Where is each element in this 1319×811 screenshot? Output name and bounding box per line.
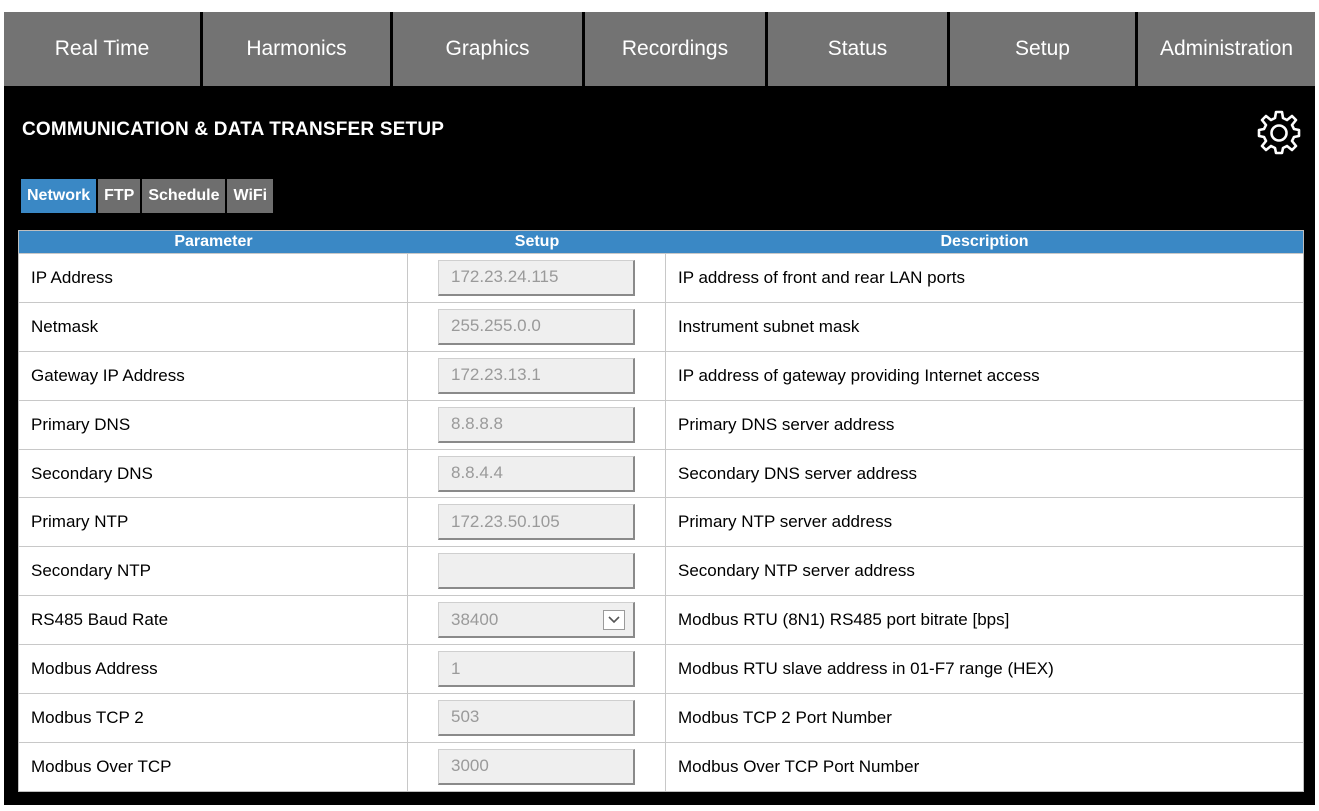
app-frame: Real Time Harmonics Graphics Recordings …: [4, 12, 1315, 805]
table-row-secondary-ntp: Secondary NTP Secondary NTP server addre…: [19, 546, 1303, 596]
top-navigation: Real Time Harmonics Graphics Recordings …: [4, 12, 1315, 86]
table-row-secondary-dns: Secondary DNS 8.8.4.4 Secondary DNS serv…: [19, 448, 1303, 498]
parameter-description: Modbus RTU slave address in 01-F7 range …: [678, 659, 1054, 679]
table-header: Parameter Setup Description: [19, 231, 1303, 253]
parameter-label: Primary DNS: [19, 400, 408, 449]
column-header-parameter: Parameter: [174, 233, 253, 250]
parameter-label: Secondary NTP: [19, 547, 408, 596]
parameter-description: Instrument subnet mask: [678, 316, 860, 336]
parameter-label: Primary NTP: [19, 498, 408, 547]
nav-setup[interactable]: Setup: [950, 12, 1138, 86]
table-row-ip-address: IP Address 172.23.24.115 IP address of f…: [19, 253, 1303, 302]
tab-wifi[interactable]: WiFi: [227, 179, 276, 213]
netmask-input[interactable]: 255.255.0.0: [438, 308, 635, 345]
table-row-modbus-tcp-2: Modbus TCP 2 503 Modbus TCP 2 Port Numbe…: [19, 693, 1303, 742]
nav-recordings[interactable]: Recordings: [585, 12, 768, 86]
chevron-down-icon[interactable]: [603, 610, 625, 631]
tab-network[interactable]: Network: [21, 179, 99, 213]
primary-ntp-input[interactable]: 172.23.50.105: [438, 504, 635, 541]
parameter-label: Modbus Address: [19, 645, 408, 694]
parameter-description: IP address of gateway providing Internet…: [678, 365, 1040, 385]
parameter-description: Primary DNS server address: [678, 414, 895, 434]
modbus-tcp-2-input[interactable]: 503: [438, 699, 635, 736]
table-row-netmask: Netmask 255.255.0.0 Instrument subnet ma…: [19, 301, 1303, 351]
nav-status[interactable]: Status: [768, 12, 950, 86]
table-row-modbus-address: Modbus Address 1 Modbus RTU slave addres…: [19, 644, 1303, 694]
sub-tabs: Network FTP Schedule WiFi: [21, 179, 276, 213]
nav-administration[interactable]: Administration: [1138, 12, 1315, 86]
baud-rate-select[interactable]: 38400: [438, 602, 635, 639]
table-row-primary-ntp: Primary NTP 172.23.50.105 Primary NTP se…: [19, 497, 1303, 547]
gateway-ip-input[interactable]: 172.23.13.1: [438, 357, 635, 394]
parameter-description: Primary NTP server address: [678, 512, 893, 532]
parameter-description: Secondary NTP server address: [678, 561, 915, 581]
tab-ftp[interactable]: FTP: [98, 179, 143, 213]
table-row-primary-dns: Primary DNS 8.8.8.8 Primary DNS server a…: [19, 399, 1303, 449]
parameter-label: IP Address: [19, 254, 408, 302]
column-header-setup: Setup: [514, 233, 560, 250]
secondary-dns-input[interactable]: 8.8.4.4: [438, 455, 635, 492]
table-row-gateway: Gateway IP Address 172.23.13.1 IP addres…: [19, 350, 1303, 400]
nav-harmonics[interactable]: Harmonics: [203, 12, 393, 86]
page-title: COMMUNICATION & DATA TRANSFER SETUP: [22, 119, 445, 140]
parameter-label: Gateway IP Address: [19, 351, 408, 400]
tab-schedule[interactable]: Schedule: [142, 179, 228, 213]
baud-rate-value: 38400: [451, 609, 499, 629]
parameter-label: Modbus Over TCP: [19, 742, 408, 791]
network-settings-table: Parameter Setup Description IP Address 1…: [18, 230, 1304, 792]
table-row-baud-rate: RS485 Baud Rate 38400 Modbus RTU (8N1) R…: [19, 595, 1303, 645]
parameter-description: IP address of front and rear LAN ports: [678, 267, 965, 287]
gear-icon[interactable]: [1255, 108, 1303, 156]
parameter-label: Modbus TCP 2: [19, 694, 408, 742]
nav-real-time[interactable]: Real Time: [4, 12, 203, 86]
parameter-description: Secondary DNS server address: [678, 463, 918, 483]
primary-dns-input[interactable]: 8.8.8.8: [438, 406, 635, 443]
parameter-description: Modbus TCP 2 Port Number: [678, 707, 892, 727]
parameter-label: RS485 Baud Rate: [19, 596, 408, 645]
column-header-description: Description: [940, 233, 1029, 250]
modbus-over-tcp-input[interactable]: 3000: [438, 748, 635, 785]
secondary-ntp-input[interactable]: [438, 553, 635, 590]
table-row-modbus-over-tcp: Modbus Over TCP 3000 Modbus Over TCP Por…: [19, 741, 1303, 791]
parameter-label: Secondary DNS: [19, 449, 408, 498]
parameter-description: Modbus Over TCP Port Number: [678, 756, 920, 776]
parameter-description: Modbus RTU (8N1) RS485 port bitrate [bps…: [678, 610, 1010, 630]
parameter-label: Netmask: [19, 302, 408, 351]
modbus-address-input[interactable]: 1: [438, 651, 635, 688]
nav-graphics[interactable]: Graphics: [393, 12, 585, 86]
ip-address-input[interactable]: 172.23.24.115: [438, 259, 635, 296]
